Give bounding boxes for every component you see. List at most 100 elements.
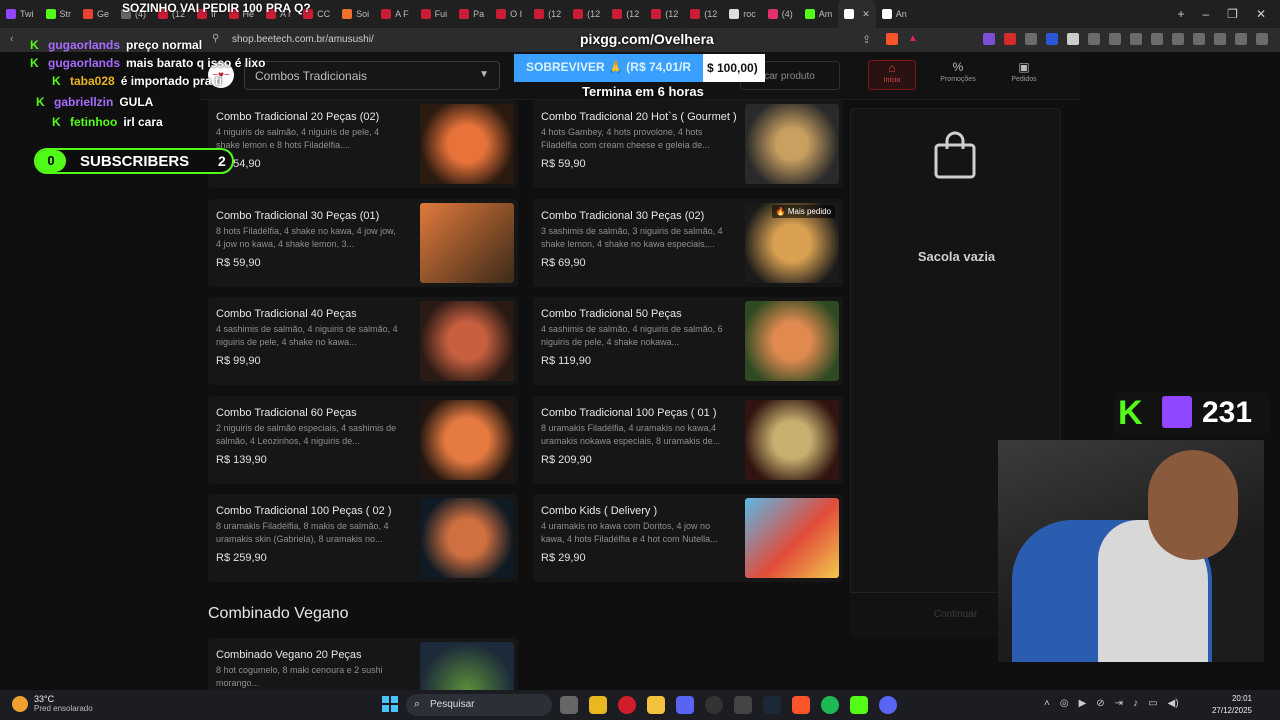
nav-home-label: Início: [883, 77, 901, 84]
close-tab-icon[interactable]: ✕: [862, 9, 870, 20]
kick-app-icon[interactable]: [850, 696, 868, 714]
empty-cart-text: Sacola vazia: [917, 249, 996, 264]
discord-icon[interactable]: [879, 696, 897, 714]
browser-tab[interactable]: (12: [567, 0, 606, 28]
product-card[interactable]: Combinado Vegano 20 Peças 8 hot cogumelo…: [208, 638, 518, 690]
category-select[interactable]: Combos Tradicionais ▼: [244, 61, 500, 90]
obs-icon[interactable]: [705, 696, 723, 714]
task-view-icon[interactable]: [560, 696, 578, 714]
home-icon: ⌂: [888, 61, 896, 75]
browser-tab[interactable]: A F: [375, 0, 415, 28]
chat-message: Kgugaorlands preço normal: [30, 38, 202, 52]
taskbar-search[interactable]: ⌕ Pesquisar: [406, 694, 552, 716]
browser-tab[interactable]: (12: [645, 0, 684, 28]
weather-widget[interactable]: 33°C Pred ensolarado: [12, 694, 93, 713]
brave-rewards-icon[interactable]: ▲: [908, 33, 918, 44]
tray-icon[interactable]: ◎: [1060, 698, 1069, 709]
menu-icon[interactable]: [1256, 33, 1268, 45]
product-price: R$ 59,90: [216, 256, 261, 269]
browser-tab[interactable]: (12: [606, 0, 645, 28]
subscribers-label: SUBSCRIBERS: [80, 153, 190, 170]
browser-tab[interactable]: An: [876, 0, 913, 28]
leo-ai-icon[interactable]: [1193, 33, 1205, 45]
kick-logo-icon: K: [1118, 394, 1143, 432]
extension-icon[interactable]: [1004, 33, 1016, 45]
extension-icon[interactable]: [1109, 33, 1121, 45]
minimize-button[interactable]: –: [1202, 7, 1209, 21]
browser-tab[interactable]: Twi: [0, 0, 40, 28]
tray-icon[interactable]: ⇥: [1115, 698, 1123, 709]
nav-orders[interactable]: ▣ Pedidos: [1000, 60, 1048, 90]
product-card[interactable]: Combo Tradicional 20 Peças (02) 4 niguiri…: [208, 100, 518, 188]
weather-temp: 33°C: [34, 694, 55, 704]
vpn-icon[interactable]: [1235, 33, 1247, 45]
spotify-icon[interactable]: [821, 696, 839, 714]
tab-favicon-icon: [729, 9, 740, 19]
close-window-button[interactable]: ✕: [1256, 7, 1266, 21]
steam-icon[interactable]: [763, 696, 781, 714]
back-icon[interactable]: ‹: [10, 33, 14, 45]
product-image: [745, 301, 839, 382]
taskbar-clock[interactable]: 20:01 27/12/2025: [1212, 693, 1252, 717]
browser-tab[interactable]: Pa: [453, 0, 490, 28]
browser-tab[interactable]: roc: [723, 0, 762, 28]
site-info-icon[interactable]: ⚲: [212, 33, 219, 44]
downloads-icon[interactable]: [1214, 33, 1226, 45]
extension-icon[interactable]: [1046, 33, 1058, 45]
microphone-icon[interactable]: ♪: [1133, 698, 1138, 709]
browser-tab[interactable]: Ge: [77, 0, 115, 28]
product-card[interactable]: Combo Tradicional 100 Peças ( 01 ) 8 uram…: [533, 395, 843, 484]
share-icon[interactable]: ⇪: [862, 33, 871, 46]
start-button[interactable]: [382, 696, 398, 712]
music-icon[interactable]: [1130, 33, 1142, 45]
volume-icon[interactable]: ◀): [1168, 698, 1179, 709]
browser-tab[interactable]: O I: [490, 0, 528, 28]
app-icon[interactable]: [734, 696, 752, 714]
tab-label: An: [895, 9, 907, 19]
product-card[interactable]: Combo Tradicional 50 Peças 4 sashimis de …: [533, 297, 843, 386]
product-description: 4 hots Gambey, 4 hots provolone, 4 hots …: [541, 127, 710, 150]
browser-tab[interactable]: Fui: [415, 0, 454, 28]
extension-icon[interactable]: [1067, 33, 1079, 45]
chrome-icon[interactable]: [589, 696, 607, 714]
chevron-up-icon[interactable]: ˄: [1044, 698, 1050, 709]
browser-tab[interactable]: (12: [684, 0, 723, 28]
kick-badge-icon: K: [30, 56, 39, 70]
extension-icon[interactable]: [983, 33, 995, 45]
product-description: 2 niguiris de salmão especiais, 4 sashim…: [216, 422, 397, 446]
browser-tab[interactable]: (12: [528, 0, 567, 28]
brave-shield-icon[interactable]: [886, 33, 898, 45]
product-card[interactable]: Combo Tradicional 100 Peças ( 02 ) 8 uram…: [208, 494, 518, 583]
kick-badge-icon: K: [30, 38, 39, 52]
file-explorer-icon[interactable]: [647, 696, 665, 714]
sidebar-icon[interactable]: [1151, 33, 1163, 45]
tray-icon[interactable]: ▶: [1079, 698, 1087, 709]
product-card[interactable]: Combo Tradicional 30 Peças (01) 8 hots Fi…: [208, 198, 518, 287]
network-icon[interactable]: ▭: [1148, 698, 1157, 709]
brave-icon[interactable]: [792, 696, 810, 714]
product-card[interactable]: Combo Tradicional 30 Peças (02) 3 sashimi…: [533, 198, 843, 287]
product-price: R$ 29,90: [541, 552, 586, 565]
browser-tab[interactable]: Soi: [336, 0, 375, 28]
tray-icon[interactable]: ⊘: [1096, 698, 1104, 709]
tab-label: Pa: [473, 9, 485, 19]
url-field[interactable]: shop.beetech.com.br/amusushi/: [232, 34, 374, 45]
product-card[interactable]: Combo Kids ( Delivery ) 4 uramakis no kaw…: [533, 494, 843, 583]
product-card[interactable]: Combo Tradicional 20 Hot`s ( Gourmet ) 4 …: [533, 100, 843, 188]
app-icon[interactable]: [676, 696, 694, 714]
browser-tab[interactable]: (4): [762, 0, 799, 28]
browser-tab[interactable]: ✕: [838, 0, 876, 28]
browser-tab[interactable]: Am: [799, 0, 839, 28]
product-card[interactable]: Combo Tradicional 40 Peças 4 sashimis de …: [208, 297, 518, 386]
wallet-icon[interactable]: [1172, 33, 1184, 45]
new-tab-button[interactable]: +: [1177, 7, 1184, 21]
nav-promotions[interactable]: % Promoções: [934, 60, 982, 90]
tab-favicon-icon: [804, 9, 815, 19]
nav-home[interactable]: ⌂ Início: [868, 60, 916, 90]
product-card[interactable]: Combo Tradicional 60 Peças 2 niguiris de …: [208, 395, 518, 484]
extension-icon[interactable]: [1025, 33, 1037, 45]
browser-tab[interactable]: Str: [40, 0, 78, 28]
extension-icon[interactable]: [1088, 33, 1100, 45]
maximize-button[interactable]: ❐: [1227, 7, 1238, 21]
opera-icon[interactable]: [618, 696, 636, 714]
